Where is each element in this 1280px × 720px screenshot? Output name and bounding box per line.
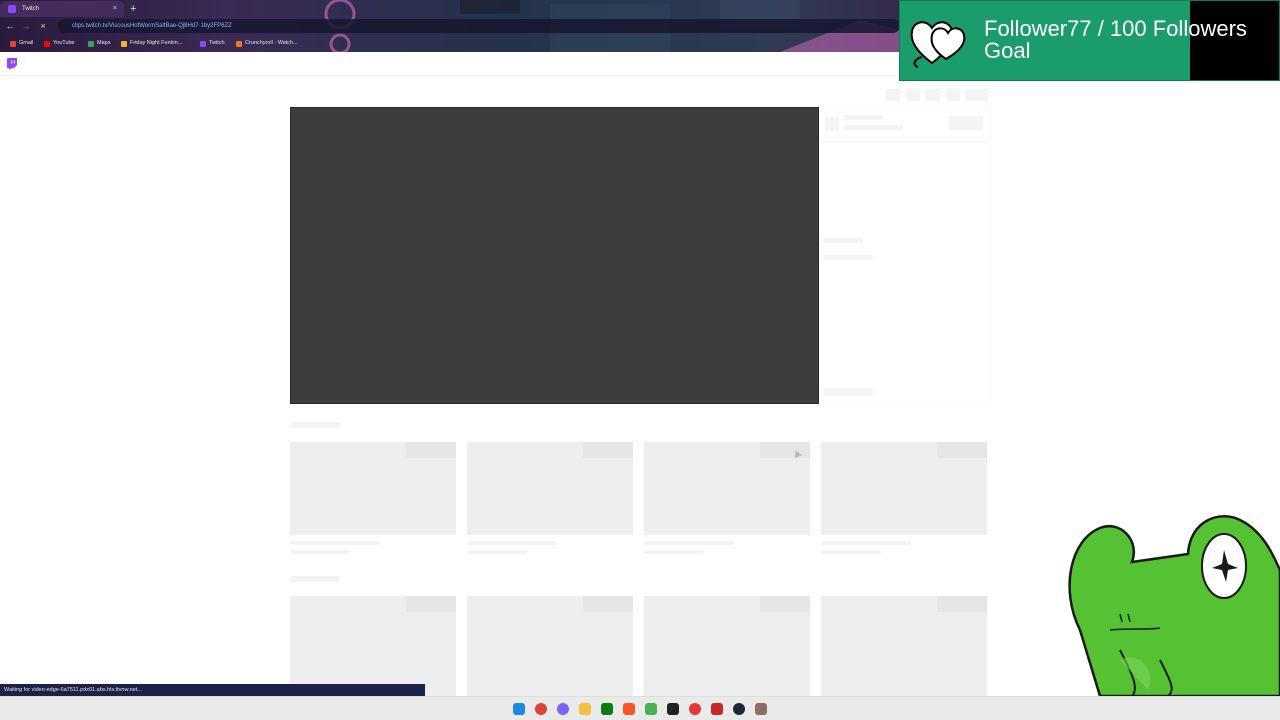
screen: Twitch × + ← → × clips.twitch.tv/Viscous… [0,0,1280,720]
game-icon[interactable] [755,703,767,715]
tab-title: Twitch [22,6,40,12]
skeleton-line [823,388,873,396]
skeleton-button [949,116,983,130]
file-explorer-icon[interactable] [579,703,591,715]
skeleton-badge [583,596,633,612]
twitch-icon [200,41,206,47]
youtube-icon [44,41,50,47]
skeleton-line [821,550,881,554]
skeleton-line [467,541,557,545]
section-title-skeleton [290,576,340,582]
twitch-icon[interactable] [6,58,18,70]
gmail-icon [10,41,16,47]
clip-card[interactable] [821,596,987,696]
goal-line-1: Follower77 / 100 Followers [984,16,1247,41]
stop-loading-icon[interactable]: × [37,19,49,33]
skeleton-line [823,238,863,243]
skeleton-icon [886,89,900,101]
skeleton-badge [760,442,810,458]
heart-icon [910,21,966,68]
skeleton-line [290,550,350,554]
folder-icon [121,41,127,47]
skeleton-avatar [825,117,839,131]
follower-goal-widget: Follower77 / 100 Followers Goal [899,0,1280,81]
clip-card[interactable] [644,596,810,696]
skeleton-badge [406,596,456,612]
clip-card[interactable] [467,596,633,696]
skeleton-divider [819,141,989,142]
tab-favicon-icon [8,5,16,13]
skeleton-line [843,125,903,130]
terminal-icon[interactable] [667,703,679,715]
bookmark-label: YouTube [53,40,75,46]
bookmark-gmail[interactable]: Gmail [10,38,33,49]
browser-tab[interactable]: Twitch × [0,1,124,17]
steam-icon[interactable] [733,703,745,715]
skeleton-line [823,255,873,260]
bookmark-label: Gmail [19,40,34,46]
new-tab-button[interactable]: + [130,1,136,17]
address-bar[interactable]: clips.twitch.tv/ViscousHotWormSaltBae-Qj… [58,19,900,33]
bookmark-crunchyroll[interactable]: Crunchyroll - Watch... [236,38,298,49]
browser-status-bar: Waiting for video-edge-6a7511.pdx01.abs.… [0,684,425,696]
bookmark-label: Crunchyroll - Watch... [245,40,298,46]
clip-card[interactable] [467,442,633,535]
video-player[interactable] [290,107,819,404]
skeleton-badge [937,442,987,458]
tab-strip: Twitch × + [0,0,900,17]
skeleton-line [821,541,911,545]
bookmarks-bar: Gmail YouTube Maps Friday Night Funkin..… [0,35,900,52]
clip-info-panel [819,107,989,404]
maps-icon [88,41,94,47]
clip-card[interactable] [644,442,810,535]
skeleton-badge [583,442,633,458]
back-icon[interactable]: ← [4,19,16,33]
browser-icon[interactable] [557,703,569,715]
skeleton-icon [966,89,988,101]
skeleton-badge [760,596,810,612]
app-icon[interactable] [689,703,701,715]
bookmark-label: Maps [97,40,111,46]
skeleton-line [644,550,704,554]
bookmark-friday-night-funkin[interactable]: Friday Night Funkin... [121,38,182,49]
windows-start-icon[interactable] [513,703,525,715]
minecraft-icon[interactable] [645,703,657,715]
goal-line-2: Goal [984,38,1031,63]
brave-icon[interactable] [623,703,635,715]
clip-card[interactable] [290,442,456,535]
bookmark-label: Friday Night Funkin... [130,40,183,46]
tab-close-icon[interactable]: × [113,1,117,17]
skeleton-line [467,550,527,554]
clip-card[interactable] [821,442,987,535]
skeleton-badge [406,442,456,458]
bookmark-maps[interactable]: Maps [88,38,110,49]
valorant-icon[interactable] [711,703,723,715]
skeleton-icon [926,89,940,101]
skeleton-badge [937,596,987,612]
bookmark-label: Twitch [209,40,225,46]
windows-taskbar [0,696,1280,720]
skeleton-icon [906,89,920,101]
skeleton-line [644,541,734,545]
crunchyroll-icon [236,41,242,47]
forward-icon[interactable]: → [20,19,32,33]
bookmark-twitch[interactable]: Twitch [200,38,225,49]
skeleton-icon [946,89,960,101]
chrome-icon[interactable] [535,703,547,715]
clip-card[interactable] [290,596,456,696]
navigation-bar: ← → × clips.twitch.tv/ViscousHotWormSalt… [0,17,900,35]
frog-icon [1068,515,1280,696]
skeleton-line [290,541,380,545]
skeleton-line [843,115,883,120]
follower-goal-text: Follower77 / 100 Followers Goal [984,18,1280,62]
section-title-skeleton [290,422,340,428]
bookmark-youtube[interactable]: YouTube [44,38,75,49]
xbox-icon[interactable] [601,703,613,715]
